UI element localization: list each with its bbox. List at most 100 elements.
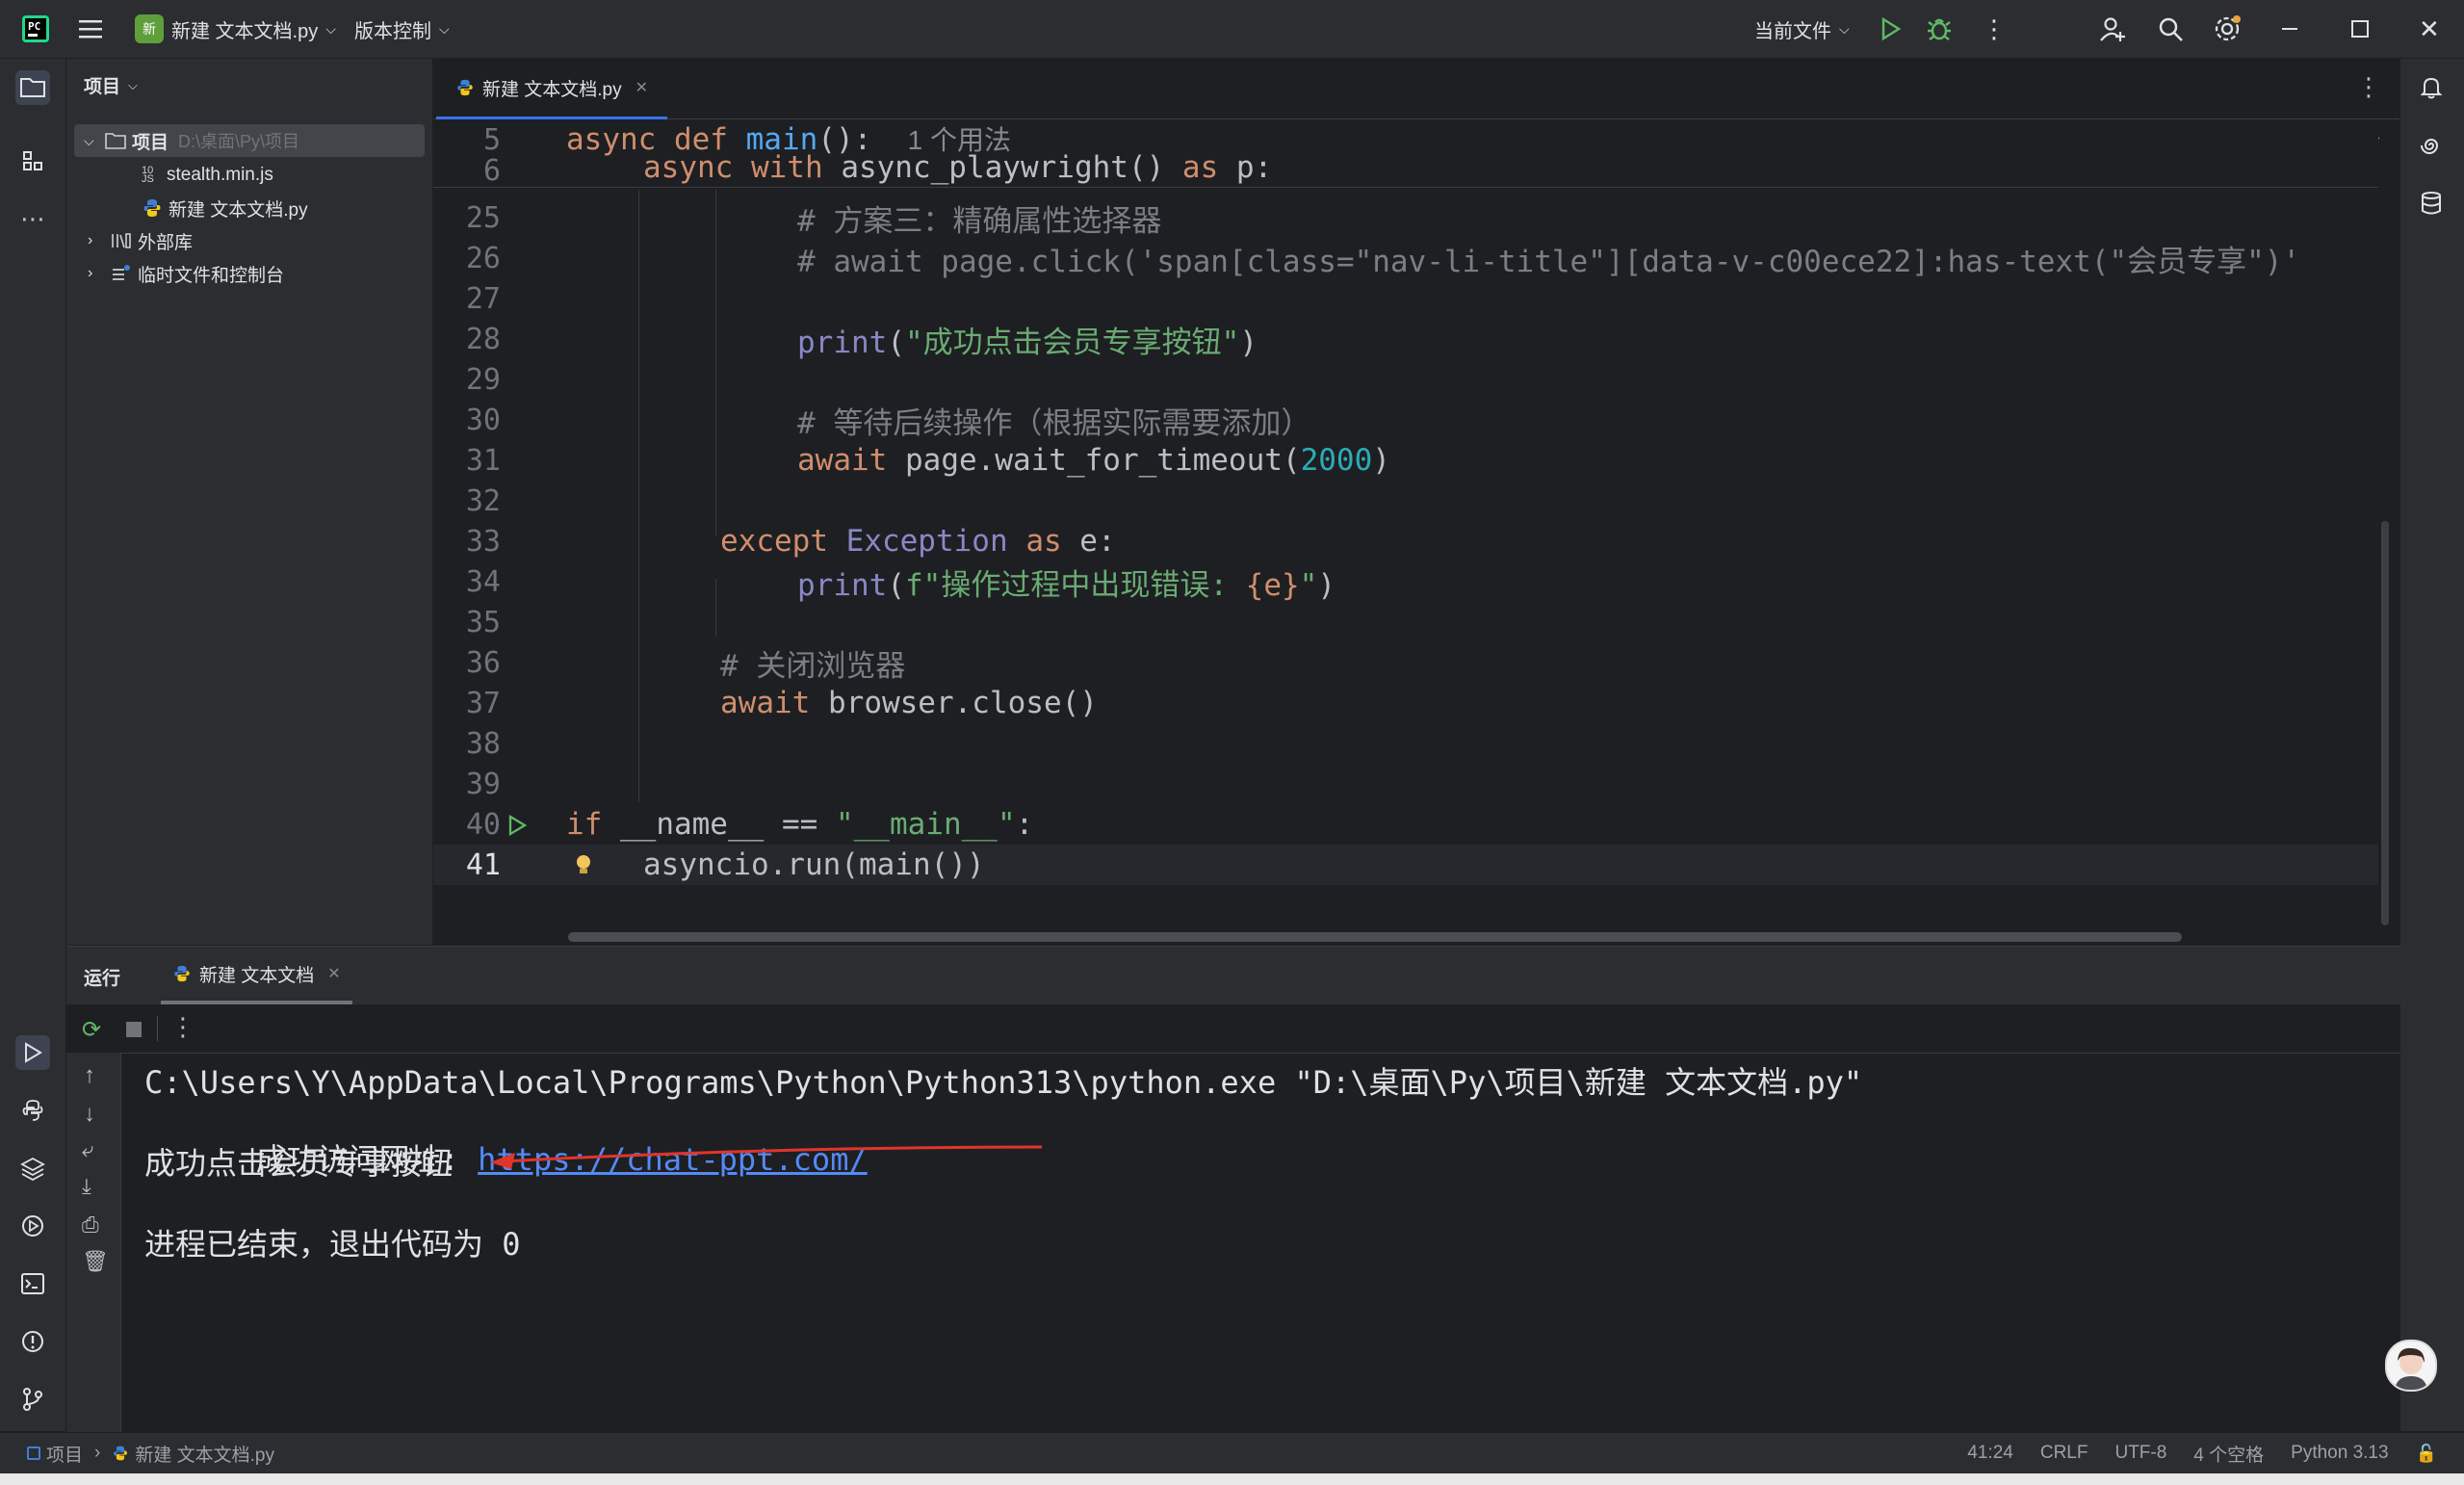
run-panel: 运行 新建 文本文档 ✕ ⟳ ⋮ ↑ ↓ ⤶ ⤓ ⎙ 🗑 C:\Users\Y\… bbox=[66, 946, 2437, 1432]
avatar[interactable] bbox=[2385, 1340, 2437, 1392]
title-bar: PC 新 新建 文本文档.py ⌵ 版本控制 ⌵ 当前文件 ⌵ ⋮ ✕ bbox=[0, 0, 2464, 59]
code-keyword: as bbox=[1025, 524, 1062, 559]
tree-scratches[interactable]: › 临时文件和控制台 bbox=[66, 257, 432, 290]
code-line[interactable]: 38 bbox=[433, 723, 2400, 764]
code-line[interactable]: 32 bbox=[433, 481, 2400, 521]
tree-root-project[interactable]: ⌵ 项目 D:\桌面\Py\项目 bbox=[74, 124, 425, 157]
arrow-down-icon[interactable]: ↓ bbox=[84, 1101, 95, 1128]
line-number: 34 bbox=[465, 564, 501, 599]
git-tool-button[interactable] bbox=[15, 1382, 50, 1417]
chevron-right-icon[interactable]: › bbox=[88, 265, 105, 282]
lightbulb-icon[interactable] bbox=[574, 852, 593, 882]
horizontal-scrollbar[interactable] bbox=[568, 932, 2182, 942]
terminal-tool-button[interactable] bbox=[15, 1266, 50, 1301]
account-button[interactable] bbox=[2099, 0, 2126, 58]
layers-icon bbox=[20, 1157, 45, 1181]
run-tool-button[interactable] bbox=[15, 1035, 50, 1070]
trash-icon[interactable]: 🗑 bbox=[82, 1249, 109, 1274]
services-tool-button[interactable] bbox=[15, 1209, 50, 1243]
code-line[interactable]: 29 bbox=[433, 359, 2400, 400]
editor-tab-main[interactable]: 新建 文本文档.py ✕ bbox=[436, 59, 668, 120]
close-tab-icon[interactable]: ✕ bbox=[635, 78, 648, 97]
code-line[interactable]: 33 except Exception as e: bbox=[433, 521, 2400, 561]
code-line[interactable]: 34 print(f"操作过程中出现错误: {e}") bbox=[433, 561, 2400, 603]
maximize-button[interactable] bbox=[2351, 0, 2369, 58]
main-menu-button[interactable] bbox=[77, 0, 104, 58]
search-button[interactable] bbox=[2157, 0, 2184, 58]
more-tools-button[interactable]: ⋯ bbox=[15, 201, 50, 236]
console-line: C:\Users\Y\AppData\Local\Programs\Python… bbox=[144, 1064, 1863, 1101]
indent-setting[interactable]: 4 个空格 bbox=[2193, 1441, 2264, 1467]
code-comment: # 方案三：精确属性选择器 bbox=[797, 203, 1162, 239]
problems-tool-button[interactable] bbox=[15, 1324, 50, 1359]
structure-tool-button[interactable] bbox=[15, 143, 50, 178]
tab-options-button[interactable]: ⋮ bbox=[2356, 72, 2381, 102]
interpreter[interactable]: Python 3.13 bbox=[2291, 1443, 2388, 1464]
close-window-button[interactable]: ✕ bbox=[2419, 0, 2440, 58]
project-switcher[interactable]: 新 新建 文本文档.py ⌵ bbox=[135, 0, 336, 58]
code-line[interactable]: 40 if __name__ == "__main__": bbox=[433, 804, 2400, 845]
caret-position[interactable]: 41:24 bbox=[1967, 1443, 2013, 1464]
more-vertical-icon[interactable]: ⋮ bbox=[170, 1012, 195, 1042]
more-vertical-icon: ⋮ bbox=[2356, 72, 2381, 101]
code-builtin: print bbox=[797, 325, 888, 360]
minimize-button[interactable] bbox=[2282, 0, 2297, 58]
notifications-button[interactable] bbox=[2414, 70, 2449, 105]
code-line[interactable]: 28 print("成功点击会员专享按钮") bbox=[433, 319, 2400, 360]
project-panel-header[interactable]: 项目 ⌵ bbox=[84, 72, 138, 98]
tree-file-py[interactable]: 新建 文本文档.py bbox=[66, 192, 432, 224]
code-line[interactable]: 35 bbox=[433, 602, 2400, 642]
soft-wrap-icon[interactable]: ⤶ bbox=[82, 1137, 93, 1162]
code-line[interactable]: 30 # 等待后续操作（根据实际需要添加） bbox=[433, 400, 2400, 441]
vcs-menu[interactable]: 版本控制 ⌵ bbox=[354, 0, 450, 58]
line-number: 40 bbox=[465, 807, 501, 842]
run-config-label: 当前文件 bbox=[1754, 20, 1831, 42]
project-tool-button[interactable] bbox=[15, 70, 50, 105]
scratches-icon bbox=[113, 265, 130, 280]
code-line[interactable]: 27 bbox=[433, 278, 2400, 319]
python-packages-button[interactable] bbox=[15, 1093, 50, 1128]
ai-assistant-button[interactable] bbox=[2414, 128, 2449, 163]
run-panel-title: 运行 bbox=[84, 969, 121, 989]
js-file-icon: 10 JS bbox=[142, 165, 154, 185]
chevron-down-icon[interactable]: ⌵ bbox=[84, 133, 101, 149]
run-button[interactable] bbox=[1878, 0, 1903, 58]
tree-file-js[interactable]: 10 JS stealth.min.js bbox=[66, 159, 432, 192]
code-line[interactable]: 39 bbox=[433, 764, 2400, 804]
line-separator[interactable]: CRLF bbox=[2040, 1443, 2088, 1464]
left-tool-strip: ⋯ bbox=[0, 59, 66, 1431]
more-actions-button[interactable]: ⋮ bbox=[1982, 0, 2007, 58]
code-string: " bbox=[1299, 567, 1318, 603]
run-tab[interactable]: 新建 文本文档 ✕ bbox=[161, 947, 352, 1004]
code-line-current[interactable]: 41 asyncio.run(main()) bbox=[433, 845, 2378, 885]
debug-button[interactable] bbox=[1926, 0, 1953, 58]
code-line[interactable]: 25 # 方案三：精确属性选择器 bbox=[433, 197, 2400, 239]
code-line[interactable]: 36 # 关闭浏览器 bbox=[433, 642, 2400, 684]
play-icon bbox=[1881, 16, 1902, 41]
chevron-right-icon[interactable]: › bbox=[88, 232, 105, 249]
stop-icon[interactable] bbox=[126, 1022, 142, 1037]
rerun-icon[interactable]: ⟳ bbox=[82, 1016, 101, 1044]
database-button[interactable] bbox=[2414, 186, 2449, 221]
layers-tool-button[interactable] bbox=[15, 1151, 50, 1185]
code-line[interactable]: 37 await browser.close() bbox=[433, 683, 2400, 723]
run-config-selector[interactable]: 当前文件 ⌵ bbox=[1754, 0, 1850, 58]
breadcrumb-root[interactable]: 项目 bbox=[46, 1441, 83, 1467]
run-gutter-icon[interactable] bbox=[506, 814, 528, 842]
vertical-scrollbar[interactable] bbox=[2381, 521, 2389, 925]
breadcrumb-file[interactable]: 新建 文本文档.py bbox=[135, 1441, 274, 1467]
code-line[interactable]: 6 async with async_playwright() as p: bbox=[433, 146, 2400, 188]
print-icon[interactable]: ⎙ bbox=[82, 1212, 99, 1238]
arrow-up-icon[interactable]: ↑ bbox=[84, 1062, 95, 1089]
settings-button[interactable] bbox=[2213, 0, 2242, 58]
services-icon bbox=[22, 1215, 43, 1237]
scroll-to-end-icon[interactable]: ⤓ bbox=[82, 1174, 91, 1199]
code-line[interactable]: 31 await page.wait_for_timeout(2000) bbox=[433, 440, 2400, 481]
tree-external-libs[interactable]: › 外部库 bbox=[66, 224, 432, 257]
code-line[interactable]: 26 # await page.click('span[class="nav-l… bbox=[433, 238, 2400, 279]
code-string: "成功点击会员专享按钮" bbox=[905, 325, 1240, 360]
file-encoding[interactable]: UTF-8 bbox=[2114, 1443, 2166, 1464]
close-tab-icon[interactable]: ✕ bbox=[327, 964, 340, 983]
lock-icon[interactable]: 🔓 bbox=[2416, 1444, 2437, 1464]
maximize-icon bbox=[2351, 20, 2369, 38]
